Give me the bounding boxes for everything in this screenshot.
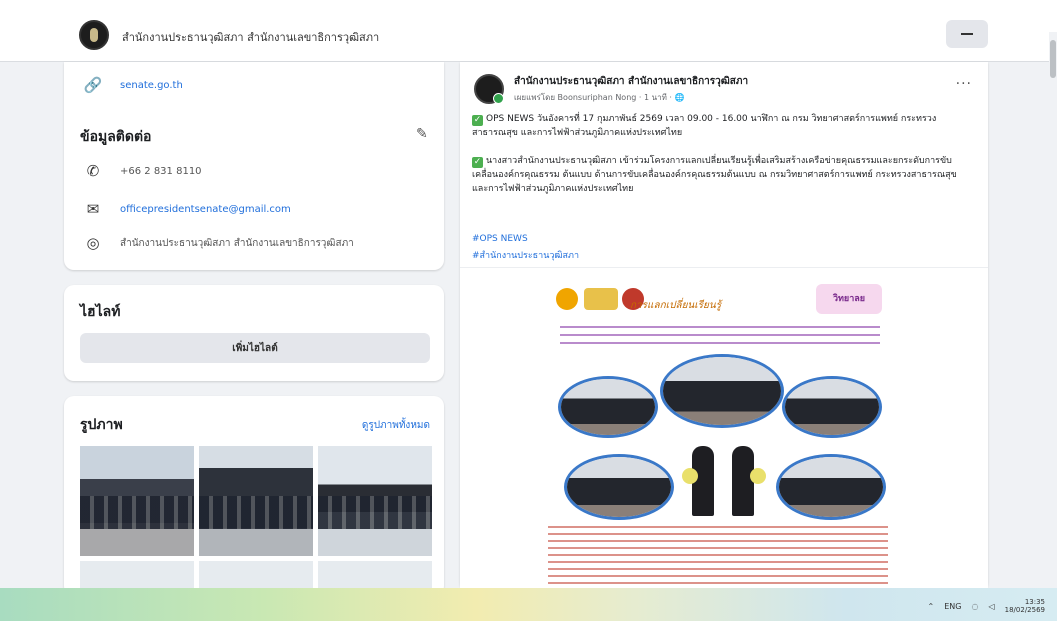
edit-pencil-icon[interactable]: ✎ [416, 126, 428, 142]
messenger-name[interactable]: สำนักงานประธานวุฒิสภา สำนักงานเลขาธิการว… [120, 236, 354, 251]
organization-logo-icon [584, 288, 618, 310]
highlights-card: ไฮไลท์ เพิ่มไฮไลต์ [64, 285, 444, 381]
mail-icon: ✉ [86, 200, 100, 218]
see-all-photos-link[interactable]: ดูรูปภาพทั้งหมด [362, 418, 430, 433]
flyer-photo-oval [782, 376, 882, 438]
post-meta: เผยแพร่โดย Boonsuriphan Nong · 1 นาที · … [514, 93, 685, 102]
scrollbar-thumb[interactable] [1050, 40, 1056, 78]
flyer-badge: วิทยาลย [816, 284, 882, 314]
flyer-photo-oval [558, 376, 658, 438]
flyer-text-block [560, 326, 880, 350]
post-author-avatar[interactable] [474, 74, 504, 104]
post-paragraph-2: ✓ นางสาวสำนักงานประธานวุฒิสภา เข้าร่วมโคร… [472, 154, 972, 196]
hashtag-ops-news[interactable]: #OPS NEWS [472, 234, 528, 244]
website-row: 🔗 senate.go.th [84, 76, 183, 94]
check-icon: ✓ [472, 157, 483, 168]
post-image[interactable]: การแลกเปลี่ยนเรียนรู้ วิทยาลย [460, 267, 988, 592]
photo-thumbnail[interactable] [199, 446, 313, 556]
post-author-name[interactable]: สำนักงานประธานวุฒิสภา สำนักงานเลขาธิการว… [514, 74, 748, 89]
post-paragraph-2-text: นางสาวสำนักงานประธานวุฒิสภา เข้าร่วมโครง… [472, 156, 957, 194]
photo-thumbnail[interactable] [80, 446, 194, 556]
flyer-photo-oval [776, 454, 886, 520]
flyer-flowers [750, 468, 766, 484]
photos-card: รูปภาพ ดูรูปภาพทั้งหมด [64, 396, 444, 596]
volume-icon[interactable]: ◁ [988, 602, 994, 611]
network-icon[interactable]: ◌ [972, 602, 979, 611]
flyer-title: การแลกเปลี่ยนเรียนรู้ [630, 300, 722, 311]
hashtag-office[interactable]: #สำนักงานประธานวุฒิสภา [472, 248, 579, 262]
more-options-button[interactable] [946, 20, 988, 48]
flyer-footer-text [548, 526, 888, 592]
contact-heading: ข้อมูลติดต่อ [80, 129, 152, 145]
email-link[interactable]: officepresidentsenate@gmail.com [120, 204, 291, 215]
check-icon: ✓ [472, 115, 483, 126]
photo-thumbnail[interactable] [318, 561, 432, 591]
page-header-bar: สำนักงานประธานวุฒิสภา สำนักงานเลขาธิการว… [0, 0, 1057, 62]
phone-number: +66 2 831 8110 [120, 165, 202, 177]
phone-row: ✆ +66 2 831 8110 [84, 162, 202, 180]
post-card: สำนักงานประธานวุฒิสภา สำนักงานเลขาธิการว… [460, 62, 988, 592]
email-row: ✉ officepresidentsenate@gmail.com [84, 200, 291, 218]
page-avatar[interactable] [79, 20, 109, 50]
scrollbar[interactable] [1049, 32, 1057, 582]
clock[interactable]: 13:35 18/02/2569 [1005, 598, 1045, 614]
chevron-up-icon[interactable]: ⌃ [928, 602, 935, 611]
add-highlight-button[interactable]: เพิ่มไฮไลต์ [80, 333, 430, 363]
messenger-row: ◎ สำนักงานประธานวุฒิสภา สำนักงานเลขาธิกา… [84, 234, 354, 252]
clock-time: 13:35 [1024, 598, 1045, 606]
highlights-heading: ไฮไลท์ [80, 304, 121, 320]
flyer-photo-oval [564, 454, 674, 520]
photo-thumbnail[interactable] [318, 446, 432, 556]
flyer-person [732, 446, 754, 516]
minus-icon [961, 33, 973, 35]
taskbar: ⌃ ENG ◌ ◁ 13:35 18/02/2569 [0, 588, 1057, 621]
language-indicator[interactable]: ENG [944, 602, 961, 611]
phone-icon: ✆ [86, 162, 100, 180]
system-tray: ⌃ ENG ◌ ◁ 13:35 18/02/2569 [928, 598, 1045, 614]
messenger-icon: ◎ [86, 234, 100, 252]
flyer-flowers [682, 468, 698, 484]
photo-grid [80, 446, 432, 591]
clock-date: 18/02/2569 [1004, 606, 1045, 614]
page-title[interactable]: สำนักงานประธานวุฒิสภา สำนักงานเลขาธิการว… [122, 28, 379, 46]
flyer-photo-oval [660, 354, 784, 428]
post-paragraph-1: ✓ OPS NEWS วันอังคารที่ 17 กุมภาพันธ์ 256… [472, 112, 972, 140]
post-paragraph-1-text: OPS NEWS วันอังคารที่ 17 กุมภาพันธ์ 2569… [472, 114, 937, 138]
post-more-options-icon[interactable]: ··· [956, 76, 972, 92]
website-link[interactable]: senate.go.th [120, 80, 183, 91]
photos-heading: รูปภาพ [80, 417, 123, 433]
link-icon: 🔗 [83, 76, 103, 94]
organization-logo-icon [556, 288, 578, 310]
photo-thumbnail[interactable] [80, 561, 194, 591]
intro-card: 🔗 senate.go.th ข้อมูลติดต่อ ✎ ✆ +66 2 83… [64, 62, 444, 270]
photo-thumbnail[interactable] [199, 561, 313, 591]
